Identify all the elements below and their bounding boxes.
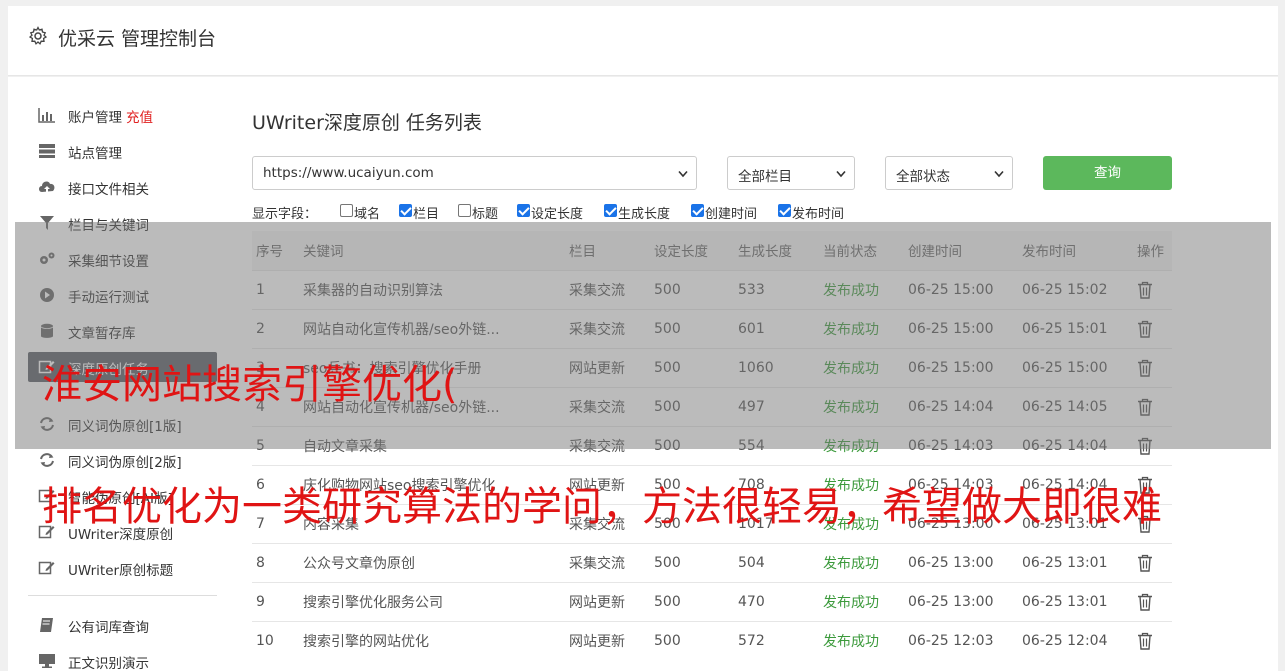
field-label: 生成长度	[618, 207, 671, 222]
row-status: 发布成功	[819, 542, 904, 582]
sidebar-item-label: 接口文件相关	[68, 182, 149, 198]
row-column: 网站更新	[565, 581, 650, 621]
row-created: 06-25 13:00	[904, 542, 1018, 582]
sidebar-item-label: 正文识别演示	[68, 656, 149, 671]
bar-chart-icon	[38, 108, 55, 123]
table-row: 10 搜索引擎的网站优化 网站更新 500 572 发布成功 06-25 12:03 06-2…	[252, 620, 1172, 660]
sidebar-item-account[interactable]: 账户管理 充值	[28, 100, 217, 130]
row-set-length: 500	[650, 620, 734, 660]
row-created: 06-25 13:00	[904, 581, 1018, 621]
row-published: 06-25 13:01	[1018, 581, 1133, 621]
sidebar-item-text-recognition[interactable]: 正文识别演示	[28, 646, 217, 671]
row-created: 06-25 12:03	[904, 620, 1018, 660]
row-published: 06-25 12:04	[1018, 620, 1133, 660]
field-label: 域名	[354, 207, 381, 222]
cloud-upload-icon	[39, 181, 55, 192]
sidebar-item-label: 同义词伪原创[2版]	[68, 455, 182, 471]
row-index: 10	[252, 620, 299, 660]
column-select[interactable]: 全部栏目	[727, 156, 855, 190]
row-set-length: 500	[650, 581, 734, 621]
trash-icon[interactable]	[1137, 593, 1153, 611]
trash-icon[interactable]	[1137, 554, 1153, 572]
recharge-link[interactable]: 充值	[126, 110, 153, 126]
sidebar-item-label: 公有词库查询	[68, 620, 149, 636]
sidebar-item-api-files[interactable]: 接口文件相关	[28, 172, 217, 202]
server-icon	[39, 144, 55, 158]
row-gen-length: 572	[734, 620, 819, 660]
row-keyword[interactable]: 搜索引擎优化服务公司	[299, 581, 565, 621]
book-icon	[40, 618, 53, 632]
chevron-down-icon	[678, 170, 688, 178]
sidebar-item-label: UWriter原创标题	[68, 563, 174, 579]
sidebar-item-sites[interactable]: 站点管理	[28, 136, 217, 166]
fields-label: 显示字段：	[252, 207, 318, 222]
gear-icon	[28, 26, 48, 45]
table-row: 9 搜索引擎优化服务公司 网站更新 500 470 发布成功 06-25 13:00 06-2…	[252, 581, 1172, 621]
row-column: 采集交流	[565, 542, 650, 582]
field-label: 发布时间	[792, 207, 845, 222]
monitor-icon	[39, 654, 55, 668]
row-set-length: 500	[650, 542, 734, 582]
refresh-icon	[40, 453, 54, 467]
row-published: 06-25 13:01	[1018, 542, 1133, 582]
app-title: 优采云 管理控制台	[58, 28, 217, 50]
watermark-line-1: 淮安网站搜索引擎优化(	[42, 362, 458, 408]
sidebar-item-uwriter-title[interactable]: UWriter原创标题	[28, 553, 217, 583]
query-button[interactable]: 查询	[1043, 156, 1172, 190]
row-index: 8	[252, 542, 299, 582]
row-actions	[1133, 620, 1172, 660]
row-keyword[interactable]: 搜索引擎的网站优化	[299, 620, 565, 660]
row-column: 网站更新	[565, 620, 650, 660]
sidebar-item-label: 站点管理	[68, 146, 122, 162]
field-label: 栏目	[413, 207, 440, 222]
row-actions	[1133, 542, 1172, 582]
site-select[interactable]: https://www.ucaiyun.com	[252, 156, 697, 190]
column-select-value: 全部栏目	[738, 169, 792, 185]
sidebar-item-label: 账户管理	[68, 110, 122, 126]
row-gen-length: 470	[734, 581, 819, 621]
sidebar-divider	[28, 595, 217, 596]
status-select-value: 全部状态	[896, 169, 950, 185]
dim-overlay	[15, 222, 1271, 449]
chevron-down-icon	[994, 170, 1004, 178]
chevron-down-icon	[836, 170, 846, 178]
sidebar-item-public-lexicon[interactable]: 公有词库查询	[28, 610, 217, 640]
top-bar: 优采云 管理控制台	[8, 6, 1278, 76]
row-status: 发布成功	[819, 620, 904, 660]
table-row: 8 公众号文章伪原创 采集交流 500 504 发布成功 06-25 13:00 06-25 …	[252, 542, 1172, 582]
watermark-line-2: 排名优化为一类研究算法的学问，方法很轻易，希望做大即很难	[42, 484, 1162, 530]
row-keyword[interactable]: 公众号文章伪原创	[299, 542, 565, 582]
edit-icon	[38, 561, 55, 575]
row-actions	[1133, 581, 1172, 621]
display-fields: 显示字段： 域名 栏目 标题 设定长度 生成长度 创建时间 发布时间	[252, 202, 872, 222]
site-select-value: https://www.ucaiyun.com	[263, 165, 434, 181]
field-label: 标题	[472, 207, 499, 222]
sidebar-item-synonym-v2[interactable]: 同义词伪原创[2版]	[28, 445, 217, 475]
row-status: 发布成功	[819, 581, 904, 621]
trash-icon[interactable]	[1137, 632, 1153, 650]
status-select[interactable]: 全部状态	[885, 156, 1013, 190]
row-index: 9	[252, 581, 299, 621]
field-label: 创建时间	[705, 207, 758, 222]
page-title: UWriter深度原创 任务列表	[252, 112, 482, 134]
field-label: 设定长度	[531, 207, 584, 222]
row-gen-length: 504	[734, 542, 819, 582]
